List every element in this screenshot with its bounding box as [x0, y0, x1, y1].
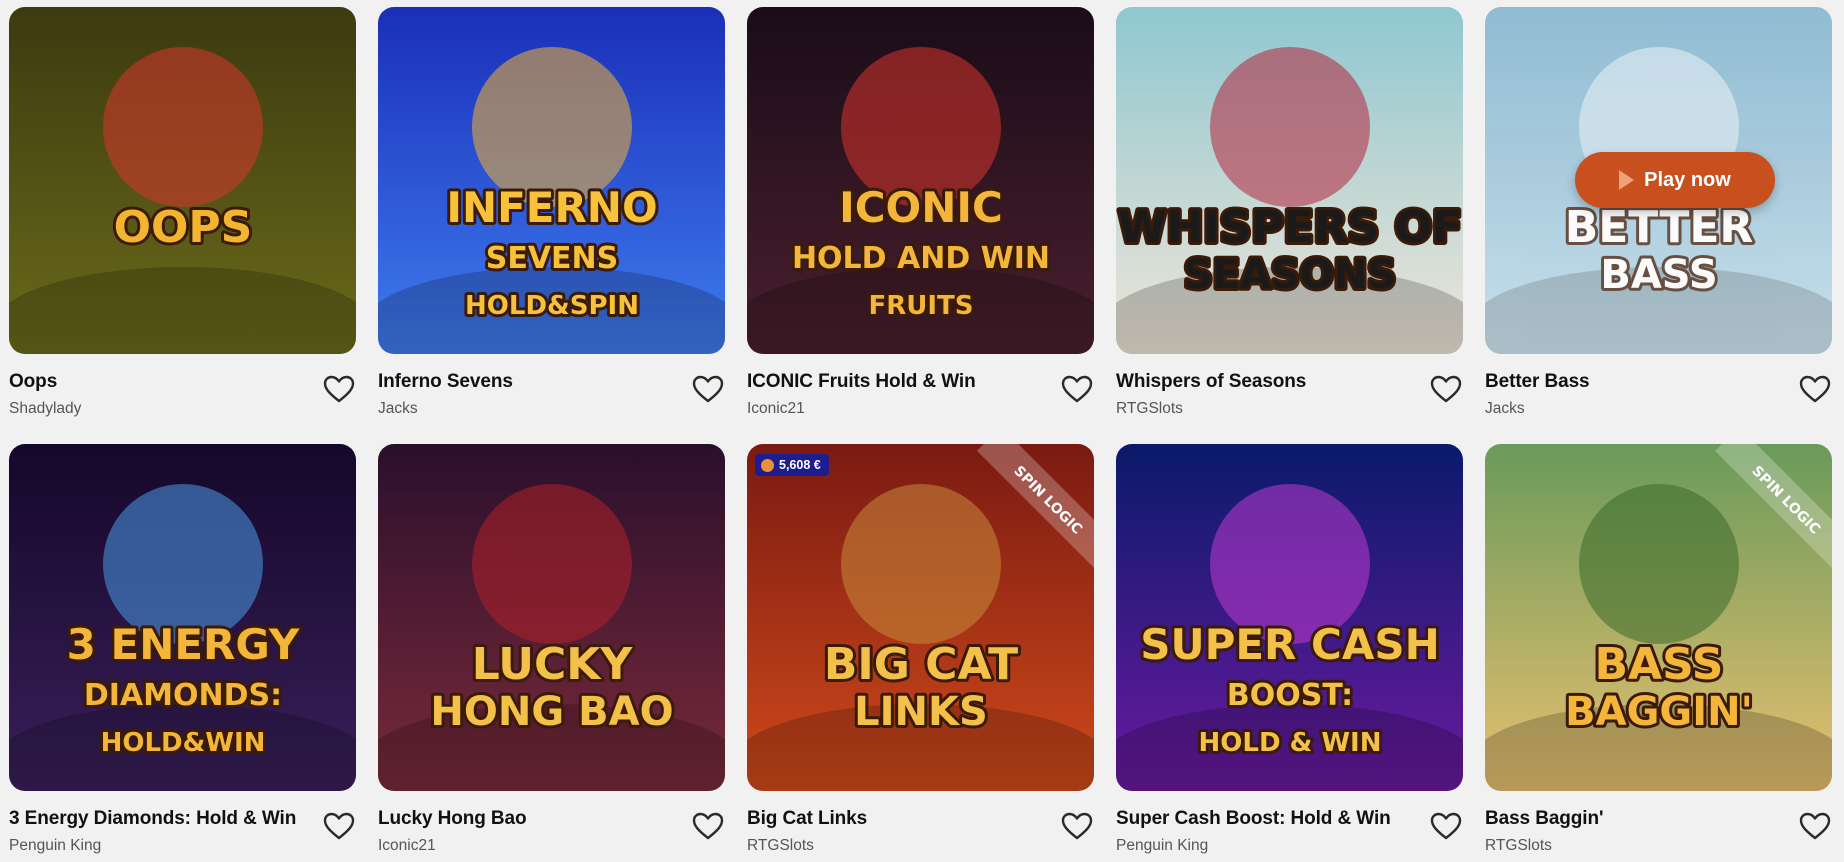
game-art-text: BASS: [1600, 252, 1717, 298]
game-art-text: BOOST:: [1227, 678, 1353, 713]
favorite-heart-icon[interactable]: [1429, 374, 1463, 404]
game-card-0: OOPS OOPS Oops Shadylady: [9, 7, 356, 418]
game-title[interactable]: Oops: [9, 371, 57, 393]
game-art-text: ICONIC: [839, 183, 1003, 232]
jackpot-amount: 5,608 €: [779, 458, 821, 472]
game-provider: RTGSlots: [1116, 400, 1183, 417]
game-artwork: WHISPERS OFWHISPERS OFSEASONSSEASONS: [1116, 7, 1463, 354]
game-art-text: LINKS: [854, 689, 988, 735]
game-meta: Inferno Sevens Jacks: [378, 354, 725, 418]
game-meta: Super Cash Boost: Hold & Win Penguin Kin…: [1116, 791, 1463, 855]
game-thumbnail[interactable]: BIG CAT BIG CAT LINKS LINKS SPIN LOGIC 5,608 …: [747, 444, 1094, 791]
favorite-heart-icon[interactable]: [322, 374, 356, 404]
game-card-5: 3 ENERGY 3 ENERGY DIAMONDS: DIAMONDS: HOLD&W…: [9, 444, 356, 855]
jackpot-badge: 5,608 €: [755, 454, 829, 476]
game-title[interactable]: Lucky Hong Bao: [378, 808, 527, 830]
favorite-heart-icon[interactable]: [691, 374, 725, 404]
play-icon: [1619, 170, 1635, 190]
game-meta: Lucky Hong Bao Iconic21: [378, 791, 725, 855]
game-grid: OOPS OOPS Oops Shadylady INFERNO INFERNO SE…: [9, 7, 1832, 855]
game-art-text: DIAMONDS:: [84, 678, 282, 713]
game-provider: Penguin King: [9, 837, 102, 854]
game-artwork: ICONICICONICHOLD AND WINHOLD AND WINFRUI…: [747, 7, 1094, 354]
game-artwork: 3 ENERGY3 ENERGYDIAMONDS:DIAMONDS:HOLD&W…: [9, 444, 356, 791]
game-artwork: OOPSOOPS: [9, 7, 356, 354]
game-card-7: BIG CAT BIG CAT LINKS LINKS SPIN LOGIC 5,608 …: [747, 444, 1094, 855]
game-thumbnail[interactable]: LUCKY LUCKY HONG BAO HONG BAO: [378, 444, 725, 791]
game-meta: ICONIC Fruits Hold & Win Iconic21: [747, 354, 1094, 418]
game-provider: Penguin King: [1116, 837, 1209, 854]
favorite-heart-icon[interactable]: [691, 811, 725, 841]
game-title[interactable]: Bass Baggin': [1485, 808, 1604, 830]
favorite-heart-icon[interactable]: [1429, 811, 1463, 841]
game-thumbnail[interactable]: 3 ENERGY 3 ENERGY DIAMONDS: DIAMONDS: HOLD&W…: [9, 444, 356, 791]
game-thumbnail[interactable]: BETTER BETTER BASS BASS Play now: [1485, 7, 1832, 354]
game-artwork: BASSBASSBAGGIN'BAGGIN'SPIN LOGIC: [1485, 444, 1832, 791]
game-title[interactable]: Super Cash Boost: Hold & Win: [1116, 808, 1391, 830]
game-meta: Better Bass Jacks: [1485, 354, 1832, 418]
play-now-button[interactable]: Play now: [1575, 152, 1775, 208]
favorite-heart-icon[interactable]: [1060, 811, 1094, 841]
game-art-text: SUPER CASH: [1140, 620, 1440, 669]
favorite-heart-icon[interactable]: [1060, 374, 1094, 404]
game-title[interactable]: ICONIC Fruits Hold & Win: [747, 371, 976, 393]
game-art-text: BAGGIN': [1565, 689, 1753, 735]
game-card-4: BETTER BETTER BASS BASS Play now Better Bass…: [1485, 7, 1832, 418]
game-provider: Shadylady: [9, 400, 82, 417]
game-card-6: LUCKY LUCKY HONG BAO HONG BAO Lucky Hong Ba…: [378, 444, 725, 855]
game-meta: Oops Shadylady: [9, 354, 356, 418]
game-provider: Jacks: [378, 400, 418, 417]
game-art-text: HOLD&WIN: [101, 728, 266, 758]
game-art-text: SEASONS: [1184, 252, 1396, 298]
game-thumbnail[interactable]: WHISPERS OF WHISPERS OF SEASONS SEASONS: [1116, 7, 1463, 354]
game-title[interactable]: Better Bass: [1485, 371, 1590, 393]
game-meta: Big Cat Links RTGSlots: [747, 791, 1094, 855]
favorite-heart-icon[interactable]: [1798, 811, 1832, 841]
game-thumbnail[interactable]: ICONIC ICONIC HOLD AND WIN HOLD AND WIN FRUI…: [747, 7, 1094, 354]
game-art-text: LUCKY: [472, 639, 634, 690]
game-provider: RTGSlots: [1485, 837, 1552, 854]
game-art-text: HOLD & WIN: [1199, 728, 1382, 758]
favorite-heart-icon[interactable]: [1798, 374, 1832, 404]
game-thumbnail[interactable]: BASS BASS BAGGIN' BAGGIN' SPIN LOGIC: [1485, 444, 1832, 791]
game-meta: Whispers of Seasons RTGSlots: [1116, 354, 1463, 418]
game-thumbnail[interactable]: SUPER CASH SUPER CASH BOOST: BOOST: HOLD & W…: [1116, 444, 1463, 791]
game-thumbnail[interactable]: INFERNO INFERNO SEVENS SEVENS HOLD&SPIN HOLD&…: [378, 7, 725, 354]
game-card-2: ICONIC ICONIC HOLD AND WIN HOLD AND WIN FRUI…: [747, 7, 1094, 418]
game-title[interactable]: 3 Energy Diamonds: Hold & Win: [9, 808, 296, 830]
game-art-text: INFERNO: [446, 183, 657, 232]
game-title[interactable]: Whispers of Seasons: [1116, 371, 1306, 393]
coin-icon: [761, 458, 774, 472]
game-meta: 3 Energy Diamonds: Hold & Win Penguin Ki…: [9, 791, 356, 855]
game-provider: Jacks: [1485, 400, 1525, 417]
game-card-9: BASS BASS BAGGIN' BAGGIN' SPIN LOGIC Bass Ba…: [1485, 444, 1832, 855]
game-title[interactable]: Big Cat Links: [747, 808, 867, 830]
game-title[interactable]: Inferno Sevens: [378, 371, 513, 393]
favorite-heart-icon[interactable]: [322, 811, 356, 841]
game-art-text: BASS: [1595, 639, 1724, 690]
game-artwork: LUCKYLUCKYHONG BAOHONG BAO: [378, 444, 725, 791]
game-provider: Iconic21: [378, 837, 436, 854]
game-artwork: INFERNOINFERNOSEVENSSEVENSHOLD&SPINHOLD&…: [378, 7, 725, 354]
game-art-text: BIG CAT: [824, 639, 1018, 690]
game-thumbnail[interactable]: OOPS OOPS: [9, 7, 356, 354]
game-art-text: HONG BAO: [430, 689, 673, 735]
play-now-label: Play now: [1644, 168, 1731, 191]
game-meta: Bass Baggin' RTGSlots: [1485, 791, 1832, 855]
game-art-text: HOLD&SPIN: [465, 291, 639, 321]
game-art-text: WHISPERS OF: [1118, 202, 1462, 253]
game-artwork: BIG CATBIG CATLINKSLINKSSPIN LOGIC: [747, 444, 1094, 791]
game-card-1: INFERNO INFERNO SEVENS SEVENS HOLD&SPIN HOLD&…: [378, 7, 725, 418]
game-art-text: BETTER: [1565, 202, 1754, 253]
game-provider: Iconic21: [747, 400, 805, 417]
game-card-3: WHISPERS OF WHISPERS OF SEASONS SEASONS Whi…: [1116, 7, 1463, 418]
game-art-text: SEVENS: [486, 241, 619, 276]
game-art-text: FRUITS: [868, 291, 973, 321]
game-art-text: 3 ENERGY: [67, 620, 300, 669]
game-art-text: OOPS: [114, 202, 253, 253]
game-card-8: SUPER CASH SUPER CASH BOOST: BOOST: HOLD & W…: [1116, 444, 1463, 855]
game-provider: RTGSlots: [747, 837, 814, 854]
game-art-text: HOLD AND WIN: [792, 241, 1050, 276]
game-artwork: SUPER CASHSUPER CASHBOOST:BOOST:HOLD & W…: [1116, 444, 1463, 791]
